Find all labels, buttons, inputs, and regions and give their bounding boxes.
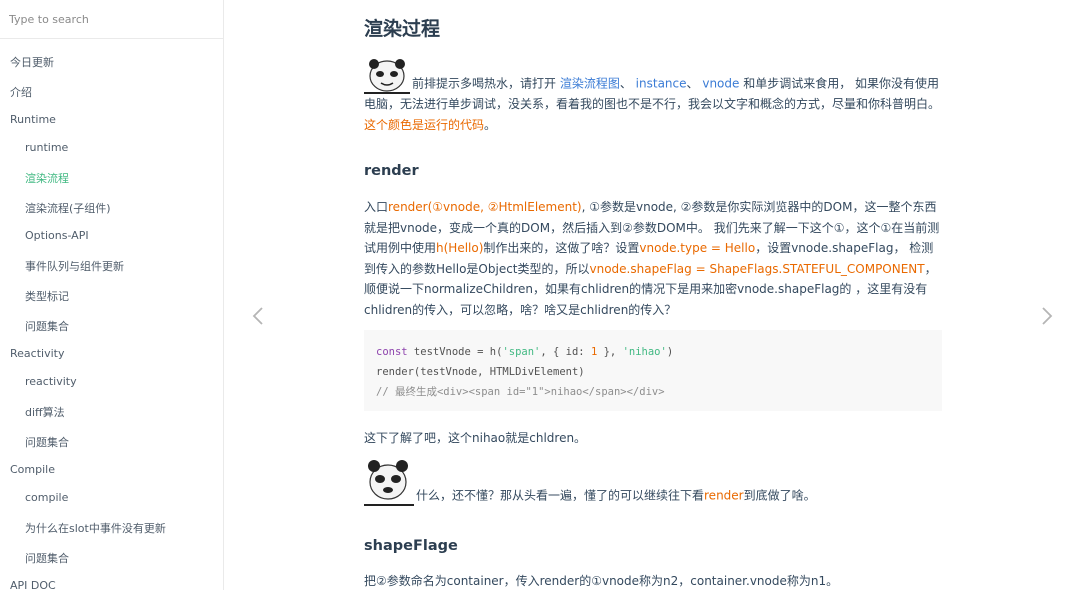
render-text: 入口: [364, 200, 389, 214]
panda-face-icon: [369, 59, 405, 92]
code-line-2: render(testVnode, HTMLDivElement): [376, 366, 585, 378]
code-highlight: vnode.type = Hello: [639, 241, 756, 255]
panda-meme-image: [364, 58, 410, 94]
shapeflage-paragraph: 把②参数命名为container，传入render的①vnode称为n2，con…: [364, 574, 839, 588]
sidebar-item[interactable]: 渲染流程(子组件): [25, 200, 111, 216]
shapeflage-heading: shapeFlage: [364, 538, 458, 554]
instance-link[interactable]: instance: [636, 77, 687, 91]
sidebar-item[interactable]: 问题集合: [25, 318, 69, 334]
page-title: 渲染过程: [364, 18, 441, 40]
sidebar-item[interactable]: 类型标记: [25, 288, 69, 304]
sidebar-item[interactable]: 问题集合: [25, 434, 69, 450]
sidebar-item[interactable]: runtime: [25, 141, 68, 154]
sidebar-item[interactable]: 问题集合: [25, 550, 69, 566]
sidebar-item[interactable]: reactivity: [25, 375, 77, 388]
prev-page-button[interactable]: [251, 306, 265, 326]
code-token: testVnode = h(: [407, 346, 503, 358]
code-token: , { id:: [540, 346, 591, 358]
sidebar-item[interactable]: compile: [25, 491, 68, 504]
next-page-button[interactable]: [1040, 306, 1054, 326]
panda-meme-image: [364, 458, 414, 506]
meme-text: 到底做了啥。: [743, 488, 816, 503]
intro-end: 。: [484, 117, 497, 132]
vnode-link[interactable]: vnode: [702, 77, 739, 91]
meme-paragraph: 什么，还不懂？那从头看一遍，懂了的可以继续往下看render到底做了啥。: [364, 458, 944, 506]
code-highlight: render: [704, 488, 744, 503]
render-text: 制作出来的，这做了啥？设置: [483, 241, 640, 255]
sidebar-section[interactable]: Reactivity: [10, 347, 64, 360]
children-paragraph: 这下了解了吧，这个nihao就是chldren。: [364, 431, 587, 445]
sidebar-item-active[interactable]: 渲染流程: [25, 170, 69, 186]
intro-text: 前排提示多喝热水，请打开: [412, 76, 560, 91]
code-highlight: h(Hello): [436, 241, 484, 255]
render-paragraph: 入口render(①vnode, ②HtmlElement), ①参数是vnod…: [364, 197, 944, 320]
search-bar: [0, 0, 223, 39]
code-block: const testVnode = h('span', { id: 1 }, '…: [364, 330, 942, 411]
sidebar-item[interactable]: 事件队列与组件更新: [25, 258, 124, 274]
code-comment: // 最终生成<div><span id="1">nihao</span></d…: [376, 386, 665, 398]
sidebar-item[interactable]: 为什么在slot中事件没有更新: [25, 520, 166, 536]
code-keyword: const: [376, 346, 408, 358]
sidebar-item[interactable]: Options-API: [25, 229, 89, 242]
sidebar-section[interactable]: API DOC: [10, 579, 56, 590]
flowchart-link[interactable]: 渲染流程图: [560, 77, 620, 91]
sidebar: 今日更新 介绍 Runtime runtime 渲染流程 渲染流程(子组件) O…: [0, 0, 224, 590]
chevron-right-icon: [1042, 307, 1053, 325]
code-highlight: vnode.shapeFlag = ShapeFlags.STATEFUL_CO…: [589, 261, 925, 276]
highlight-text: 这个颜色是运行的代码: [364, 117, 485, 132]
sidebar-item[interactable]: 介绍: [10, 84, 32, 100]
code-line-1: const testVnode = h('span', { id: 1 }, '…: [376, 346, 673, 358]
code-token: },: [597, 346, 623, 358]
chevron-left-icon: [252, 307, 263, 325]
code-string: 'nihao': [622, 346, 667, 358]
sidebar-item[interactable]: 今日更新: [10, 54, 54, 70]
code-highlight: render(①vnode, ②HtmlElement): [388, 200, 582, 214]
code-string: 'span': [502, 346, 541, 358]
sidebar-section[interactable]: Compile: [10, 463, 55, 476]
code-token: ): [666, 346, 674, 358]
search-input[interactable]: [9, 13, 209, 26]
meme-text: 什么，还不懂？那从头看一遍，懂了的可以继续往下看: [416, 488, 705, 503]
render-heading: render: [364, 163, 419, 179]
sidebar-section[interactable]: Runtime: [10, 113, 56, 126]
separator-text: 、: [686, 76, 703, 91]
intro-paragraph: 前排提示多喝热水，请打开 渲染流程图、 instance、 vnode 和单步调…: [364, 58, 944, 135]
separator-text: 、: [619, 76, 636, 91]
panda-face-icon: [368, 460, 408, 500]
sidebar-item[interactable]: diff算法: [25, 404, 65, 420]
